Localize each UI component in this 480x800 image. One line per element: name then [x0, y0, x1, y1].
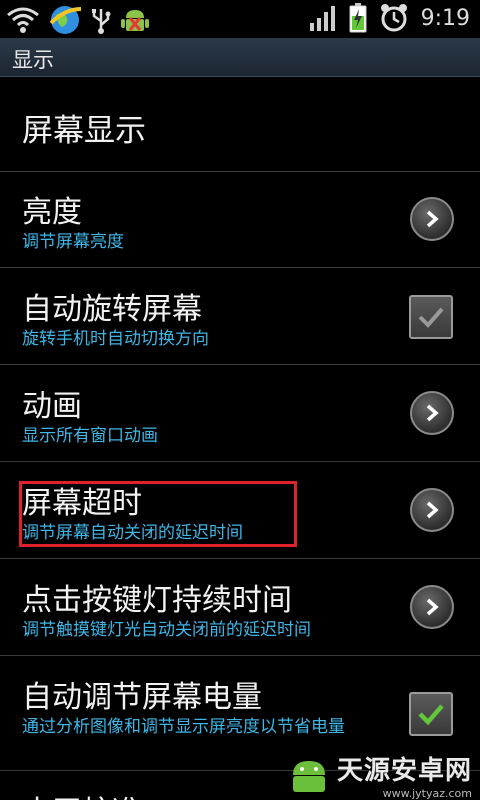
- chevron-right-icon[interactable]: [410, 585, 454, 629]
- android-logo-icon: [292, 761, 325, 792]
- chevron-right-icon[interactable]: [410, 197, 454, 241]
- setting-key-light-duration[interactable]: 点击按键灯持续时间 调节触摸键灯光自动关闭前的延迟时间: [0, 559, 480, 656]
- checkmark-icon: [418, 704, 444, 726]
- setting-subtitle: 显示所有窗口动画: [22, 426, 158, 446]
- setting-title: 水平校准: [22, 787, 142, 800]
- checkmark-icon: [418, 307, 444, 328]
- watermark-url: www.jytyaz.com: [382, 787, 472, 800]
- setting-brightness[interactable]: 亮度 调节屏幕亮度: [0, 171, 480, 268]
- highlight-box: [19, 481, 297, 547]
- usb-icon: [92, 9, 111, 34]
- setting-auto-rotate[interactable]: 自动旋转屏幕 旋转手机时自动切换方向: [0, 268, 480, 365]
- setting-subtitle: 旋转手机时自动切换方向: [22, 329, 209, 349]
- title-bar: 显示: [0, 38, 480, 77]
- section-header-label: 屏幕显示: [22, 113, 146, 149]
- status-bar: 9:19: [0, 0, 480, 38]
- android-debug-icon: [121, 10, 149, 31]
- status-time: 9:19: [420, 5, 470, 31]
- setting-title: 点击按键灯持续时间: [22, 583, 292, 618]
- setting-title: 自动调节屏幕电量: [22, 680, 262, 715]
- alarm-clock-icon: [380, 4, 407, 32]
- auto-power-save-checkbox[interactable]: [409, 692, 453, 736]
- signal-bars-icon: [309, 6, 335, 31]
- setting-title: 动画: [22, 389, 82, 424]
- setting-subtitle: 通过分析图像和调节显示屏亮度以节省电量: [22, 717, 345, 737]
- page-title: 显示: [12, 48, 54, 72]
- browser-globe-icon: [49, 6, 82, 34]
- setting-title: 自动旋转屏幕: [22, 292, 202, 327]
- wifi-icon: [7, 7, 39, 33]
- setting-title: 亮度: [22, 195, 82, 230]
- watermark-name: 天源安卓网: [336, 756, 472, 786]
- chevron-right-icon[interactable]: [410, 488, 454, 532]
- battery-charging-icon: [349, 3, 367, 33]
- auto-rotate-checkbox[interactable]: [409, 295, 453, 339]
- chevron-right-icon[interactable]: [410, 391, 454, 435]
- setting-subtitle: 调节触摸键灯光自动关闭前的延迟时间: [22, 620, 311, 640]
- setting-subtitle: 调节屏幕亮度: [22, 232, 124, 252]
- setting-animation[interactable]: 动画 显示所有窗口动画: [0, 365, 480, 462]
- section-header: 屏幕显示: [0, 77, 480, 172]
- watermark: 天源安卓网 www.jytyaz.com: [287, 750, 472, 800]
